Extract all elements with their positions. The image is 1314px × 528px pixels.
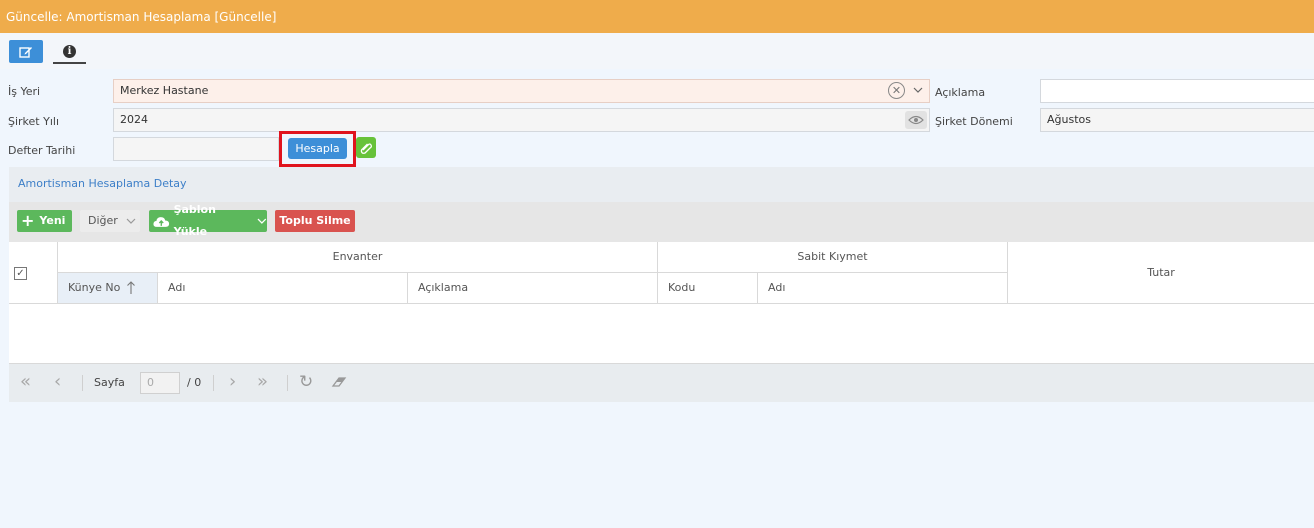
sablon-yukle-button[interactable]: Şablon Yükle <box>149 203 267 238</box>
clear-icon[interactable]: ✕ <box>888 82 905 99</box>
prev-page-icon[interactable]: ‹ <box>54 373 61 391</box>
info-icon: i <box>63 44 76 58</box>
sirket-donemi-label: Şirket Dönemi <box>935 115 1013 128</box>
aciklama-label: Açıklama <box>935 86 986 99</box>
header-form: İş Yeri Merkez Hastane ✕ Şirket Yılı 202… <box>0 69 1314 167</box>
cloud-upload-icon <box>153 216 170 227</box>
tab-edit[interactable] <box>9 40 43 63</box>
page-label: Sayfa <box>94 376 125 389</box>
col-adi[interactable]: Adı <box>158 273 408 304</box>
pager: « ‹ Sayfa 0 / 0 › » ↻ <box>9 364 1314 402</box>
page-total: / 0 <box>187 376 202 389</box>
is-yeri-value: Merkez Hastane <box>120 84 209 97</box>
chevron-down-icon <box>126 218 136 224</box>
detail-panel: Amortisman Hesaplama Detay + Yeni Diğer … <box>9 167 1314 402</box>
page-input[interactable]: 0 <box>140 372 180 394</box>
defter-tarihi-label: Defter Tarihi <box>8 144 76 157</box>
sirket-yili-label: Şirket Yılı <box>8 115 60 128</box>
sirket-yili-field[interactable]: 2024 <box>113 108 930 132</box>
is-yeri-label: İş Yeri <box>8 85 41 98</box>
edit-icon <box>19 46 32 58</box>
pager-divider <box>213 375 214 391</box>
next-page-icon[interactable]: › <box>229 373 236 391</box>
window-title: Güncelle: Amortisman Hesaplama [Güncelle… <box>0 0 1314 33</box>
grid-body <box>9 304 1314 364</box>
select-all-header: ✓ <box>9 242 58 304</box>
col-adi-sabit[interactable]: Adı <box>758 273 1008 304</box>
detail-toolbar: + Yeni Diğer Şablon Yükle Toplu Silme <box>9 202 1314 242</box>
col-tutar[interactable]: Tutar <box>1008 242 1314 304</box>
tab-bar: i <box>0 33 1314 69</box>
pager-divider <box>287 375 288 391</box>
eraser-icon[interactable] <box>331 375 349 389</box>
diger-label: Diğer <box>88 214 118 227</box>
sablon-yukle-label: Şablon Yükle <box>173 203 216 238</box>
first-page-icon[interactable]: « <box>20 373 31 391</box>
kunye-no-label: Künye No <box>68 281 121 294</box>
hesapla-button[interactable]: Hesapla <box>288 138 347 159</box>
col-kunye-no[interactable]: Künye No <box>58 273 158 304</box>
detail-title[interactable]: Amortisman Hesaplama Detay <box>18 177 187 190</box>
hesapla-highlight: Hesapla <box>279 131 356 167</box>
yeni-label: Yeni <box>39 214 66 227</box>
sirket-yili-value: 2024 <box>120 113 148 126</box>
is-yeri-select[interactable]: Merkez Hastane ✕ <box>113 79 930 103</box>
paperclip-icon <box>360 143 372 154</box>
plus-icon: + <box>21 211 35 230</box>
select-all-checkbox[interactable]: ✓ <box>14 267 27 280</box>
last-page-icon[interactable]: » <box>257 373 268 391</box>
pager-divider <box>82 375 83 391</box>
col-kodu[interactable]: Kodu <box>658 273 758 304</box>
chevron-down-icon <box>257 218 267 224</box>
eye-icon[interactable] <box>905 111 927 129</box>
group-sabit-kiymet: Sabit Kıymet <box>658 242 1008 273</box>
sort-ascending-icon <box>126 281 135 294</box>
toplu-silme-button[interactable]: Toplu Silme <box>275 210 355 232</box>
col-aciklama[interactable]: Açıklama <box>408 273 658 304</box>
attachment-button[interactable] <box>356 137 376 158</box>
chevron-down-icon[interactable] <box>913 85 923 95</box>
diger-dropdown[interactable]: Diğer <box>80 210 140 232</box>
aciklama-input[interactable] <box>1040 79 1314 103</box>
tab-info[interactable]: i <box>53 40 86 64</box>
sirket-donemi-field[interactable]: Ağustos <box>1040 108 1314 132</box>
detail-grid: ✓ Envanter Sabit Kıymet Tutar Künye No A… <box>9 242 1314 364</box>
yeni-button[interactable]: + Yeni <box>17 210 72 232</box>
group-envanter: Envanter <box>58 242 658 273</box>
defter-tarihi-field[interactable] <box>113 137 279 161</box>
sirket-donemi-value: Ağustos <box>1047 113 1091 126</box>
refresh-icon[interactable]: ↻ <box>299 373 313 391</box>
